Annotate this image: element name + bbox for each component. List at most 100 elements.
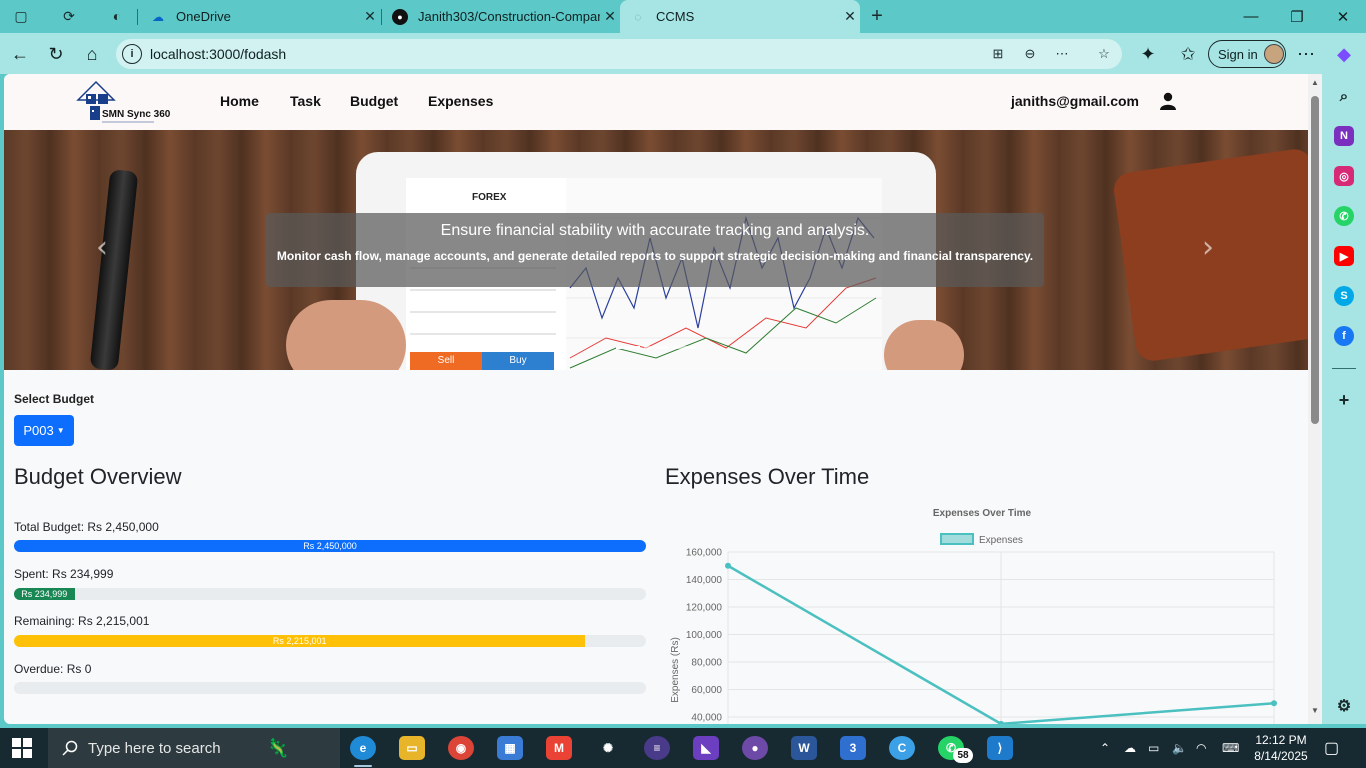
tray-expand-icon[interactable]: ⌃ (1100, 728, 1110, 768)
address-toolbar: ← ↻ ⌂ i localhost:3000/fodash ⊞ ⊖ ⋯ ☆ ✦ … (0, 33, 1366, 74)
add-icon[interactable]: + (1334, 390, 1354, 410)
workspaces-icon[interactable]: ⟳ (58, 6, 80, 26)
chatgpt-icon[interactable]: ✺ (595, 736, 621, 760)
url-text[interactable]: localhost:3000/fodash (150, 46, 286, 62)
favorite-star-icon[interactable]: ☆ (1094, 44, 1114, 64)
close-tab-icon[interactable]: ✕ (840, 8, 860, 25)
skype-icon[interactable]: S (1334, 286, 1354, 306)
budget-dropdown-value: P003 (23, 423, 54, 438)
scroll-down-icon[interactable]: ▼ (1311, 706, 1319, 715)
taskbar-clock[interactable]: 12:12 PM 8/14/2025 (1252, 732, 1310, 764)
hero-title: Ensure financial stability with accurate… (440, 222, 870, 239)
tab-github[interactable]: ● Janith303/Construction-Company ✕ (382, 0, 620, 33)
remaining-progress: Rs 2,215,001 (14, 635, 646, 647)
store-icon[interactable]: ▦ (497, 736, 523, 760)
tab-actions-icon[interactable]: ▢ (10, 6, 32, 26)
hero-caption: Ensure financial stability with accurate… (266, 213, 1044, 287)
file-explorer-icon[interactable]: ▭ (399, 736, 425, 760)
more-tools-icon[interactable]: ⋯ (1052, 44, 1072, 64)
nav-home[interactable]: Home (220, 93, 259, 109)
overdue-label: Overdue: Rs 0 (14, 662, 92, 676)
carousel-indicator[interactable] (644, 346, 668, 349)
onenote-icon[interactable]: N (1334, 126, 1354, 146)
youtube-icon[interactable]: ▶ (1334, 246, 1354, 266)
notifications-icon[interactable]: ▢ (1324, 728, 1339, 768)
search-icon[interactable]: ⌕ (1334, 86, 1354, 106)
refresh-icon[interactable]: ↻ (42, 41, 70, 67)
tab-ccms[interactable]: ◌ CCMS ✕ (620, 0, 860, 33)
home-icon[interactable]: ⌂ (78, 41, 106, 67)
new-tab-icon[interactable]: + (866, 5, 888, 27)
scroll-up-icon[interactable]: ▲ (1311, 78, 1319, 87)
carousel-indicator[interactable] (616, 346, 640, 349)
chrome-icon[interactable]: ◉ (448, 736, 474, 760)
data-point (1271, 700, 1277, 707)
sign-in-button[interactable]: Sign in (1208, 40, 1286, 68)
user-email[interactable]: janiths@gmail.com (1011, 93, 1139, 109)
tablet-buy-label: Buy (482, 352, 554, 370)
onedrive-icon: ☁ (152, 9, 164, 24)
extensions-icon[interactable]: ✦ (1134, 41, 1162, 67)
taskbar-search[interactable]: Type here to search 🦎 (48, 728, 340, 768)
word-icon[interactable]: W (791, 736, 817, 760)
spent-label: Spent: Rs 234,999 (14, 567, 114, 581)
app-icon[interactable]: ≡ (644, 736, 670, 760)
restore-icon[interactable]: ❐ (1274, 0, 1320, 33)
github-icon: ● (392, 8, 408, 25)
user-icon[interactable] (1160, 92, 1176, 110)
vscode-icon[interactable]: ⟩ (987, 736, 1013, 760)
app-3-icon[interactable]: 3 (840, 736, 866, 760)
settings-more-icon[interactable]: ⋯ (1292, 41, 1320, 67)
company-logo[interactable] (74, 78, 184, 128)
instagram-icon[interactable]: ◎ (1334, 166, 1354, 186)
visual-studio-icon[interactable]: ◣ (693, 736, 719, 760)
gmail-icon[interactable]: M (546, 736, 572, 760)
canva-icon[interactable]: C (889, 736, 915, 760)
battery-icon[interactable]: ▭ (1148, 728, 1159, 768)
favorites-icon[interactable]: ✩ (1174, 41, 1202, 67)
onedrive-tray-icon[interactable]: ☁ (1124, 728, 1136, 768)
nav-expenses[interactable]: Expenses (428, 93, 493, 109)
right-hand-image (884, 320, 964, 370)
clock-date: 8/14/2025 (1254, 749, 1308, 763)
zoom-out-icon[interactable]: ⊖ (1020, 44, 1040, 64)
expenses-chart: Expenses Over Time Expenses 160,000 140,000… (666, 502, 1286, 724)
edge-icon[interactable]: e (350, 736, 376, 760)
back-icon[interactable]: ← (6, 41, 34, 67)
close-tab-icon[interactable]: ✕ (600, 8, 620, 25)
volume-icon[interactable]: 🔈 (1172, 728, 1187, 768)
page-scrollbar[interactable]: ▲ ▼ (1308, 74, 1322, 724)
facebook-icon[interactable]: f (1334, 326, 1354, 346)
github-desktop-icon[interactable]: ● (742, 736, 768, 760)
wifi-icon[interactable]: ◠ (1196, 728, 1206, 768)
carousel-next-icon[interactable]: › (1202, 230, 1214, 265)
gear-icon[interactable]: ⚙ (1334, 696, 1354, 716)
carousel-prev-icon[interactable]: ‹ (96, 230, 108, 265)
progress-fill: Rs 2,215,001 (14, 635, 586, 647)
windows-start-icon[interactable] (12, 738, 32, 758)
scroll-thumb[interactable] (1311, 96, 1319, 424)
budget-dropdown-button[interactable]: P003 ▼ (14, 415, 74, 446)
tab-onedrive[interactable]: ☁ OneDrive ✕ (140, 0, 380, 33)
minimize-icon[interactable]: — (1228, 0, 1274, 33)
nav-budget[interactable]: Budget (350, 93, 398, 109)
y-tick-label: 140,000 (686, 575, 723, 586)
spent-progress: Rs 234,999 (14, 588, 646, 600)
close-tab-icon[interactable]: ✕ (360, 8, 380, 25)
address-bar[interactable]: i localhost:3000/fodash ⊞ ⊖ ⋯ ☆ (116, 39, 1122, 69)
copilot-tab-icon[interactable]: ◐ (106, 6, 128, 26)
app-available-icon[interactable]: ⊞ (988, 44, 1008, 64)
keyboard-icon[interactable]: ⌨ (1222, 728, 1239, 768)
whatsapp-icon[interactable]: ✆ (1334, 206, 1354, 226)
whatsapp-badge: 58 (953, 748, 973, 763)
nav-task[interactable]: Task (290, 93, 321, 109)
close-window-icon[interactable]: ✕ (1320, 0, 1366, 33)
logo-text: SMN Sync 360 (102, 109, 171, 120)
expenses-line-chart: Expenses Over Time Expenses 160,000 140,000… (670, 508, 1277, 724)
site-info-icon[interactable]: i (122, 44, 142, 64)
tab-label: CCMS (656, 9, 695, 24)
copilot-icon[interactable]: ◆ (1330, 41, 1358, 67)
carousel-indicators (616, 346, 696, 349)
carousel-indicator[interactable] (672, 346, 696, 349)
legend-swatch (940, 533, 974, 545)
